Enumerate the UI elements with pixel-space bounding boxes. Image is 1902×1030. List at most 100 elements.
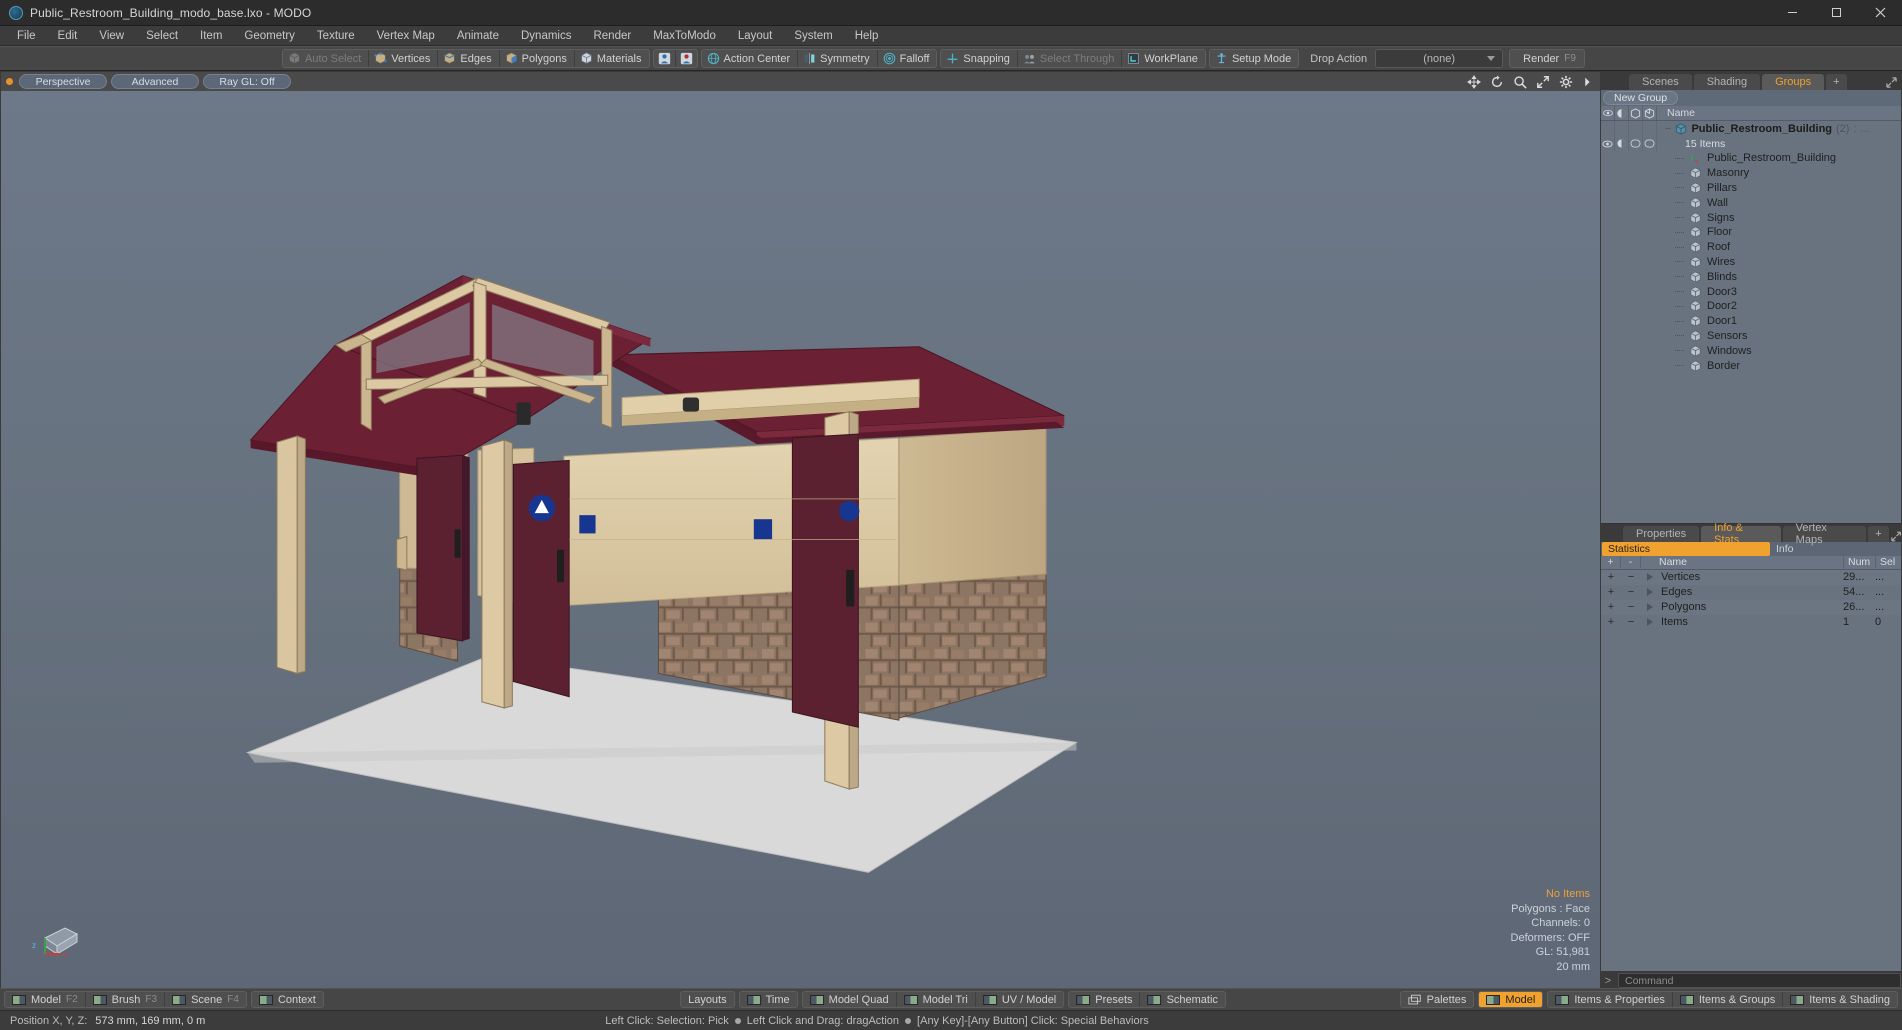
list-item[interactable]: Floor	[1601, 225, 1901, 240]
list-item[interactable]: Door1	[1601, 314, 1901, 329]
list-item[interactable]: Blinds	[1601, 269, 1901, 284]
tab-groups[interactable]: Groups	[1762, 74, 1825, 90]
gear-icon[interactable]	[1559, 75, 1573, 89]
list-item[interactable]: Roof	[1601, 240, 1901, 255]
time-button[interactable]: Time	[740, 992, 797, 1007]
menu-vertex-map[interactable]: Vertex Map	[366, 26, 446, 46]
row-remove-icon[interactable]: −	[1621, 571, 1641, 583]
palettes-button[interactable]: Palettes	[1401, 992, 1474, 1007]
menu-texture[interactable]: Texture	[306, 26, 366, 46]
group-shading-cell[interactable]	[1615, 121, 1629, 136]
list-item[interactable]: Border	[1601, 358, 1901, 373]
viewport-menu-dot[interactable]	[6, 78, 13, 85]
shading-column-header[interactable]	[1615, 106, 1629, 120]
minimize-button[interactable]	[1770, 0, 1814, 26]
mode-scene-button[interactable]: Scene F4	[165, 992, 246, 1007]
viewport-tab-perspective[interactable]: Perspective	[19, 74, 107, 89]
tab-info-stats[interactable]: Info & Stats	[1701, 522, 1781, 546]
workplane-button[interactable]: WorkPlane	[1122, 50, 1205, 67]
menu-select[interactable]: Select	[135, 26, 189, 46]
materials-button[interactable]: Materials	[575, 50, 649, 67]
maximize-button[interactable]	[1814, 0, 1858, 26]
pan-icon[interactable]	[1467, 74, 1481, 89]
auto-select-button[interactable]: Auto Select	[283, 50, 370, 67]
items-properties-button[interactable]: Items & Properties	[1548, 992, 1673, 1007]
viewport-tab-raygl[interactable]: Ray GL: Off	[203, 74, 291, 89]
expand-arrow-icon[interactable]	[1647, 588, 1653, 596]
model-tri-button[interactable]: Model Tri	[897, 992, 976, 1007]
expand-arrow-icon[interactable]	[1647, 573, 1653, 581]
table-row[interactable]: + − Polygons 26... ...	[1601, 599, 1901, 615]
menu-help[interactable]: Help	[844, 26, 890, 46]
vertices-button[interactable]: Vertices	[369, 50, 439, 67]
menu-geometry[interactable]: Geometry	[233, 26, 306, 46]
list-item[interactable]: Wires	[1601, 255, 1901, 270]
row-add-icon[interactable]: +	[1601, 586, 1621, 598]
lock-column-header[interactable]	[1643, 106, 1657, 120]
falloff-button[interactable]: Falloff	[878, 50, 937, 67]
list-item[interactable]: Door3	[1601, 284, 1901, 299]
group-lock-cell[interactable]	[1643, 121, 1657, 136]
menu-animate[interactable]: Animate	[446, 26, 510, 46]
sub-render-cell[interactable]	[1629, 136, 1643, 151]
panel-expand-icon[interactable]	[1886, 77, 1897, 88]
menu-layout[interactable]: Layout	[727, 26, 784, 46]
row-add-icon[interactable]: +	[1601, 571, 1621, 583]
chevron-right-icon[interactable]	[1582, 75, 1592, 89]
row-remove-icon[interactable]: −	[1621, 616, 1641, 628]
symmetry-toggle-button[interactable]	[676, 50, 697, 67]
polygons-button[interactable]: Polygons	[500, 50, 575, 67]
mode-brush-button[interactable]: Brush F3	[86, 992, 166, 1007]
stats-expand-icon[interactable]	[1890, 531, 1901, 542]
uv-model-button[interactable]: UV / Model	[976, 992, 1063, 1007]
table-row[interactable]: + − Items 1 0	[1601, 615, 1901, 630]
list-item[interactable]: Sensors	[1601, 329, 1901, 344]
vertex-map-toggle-button[interactable]	[654, 50, 676, 67]
mode-model-button[interactable]: Model F2	[5, 992, 86, 1007]
tab-shading[interactable]: Shading	[1693, 74, 1761, 90]
group-item-list[interactable]: − Public_Restroom_Building (2) : ... 15 …	[1601, 121, 1901, 524]
row-remove-icon[interactable]: −	[1621, 601, 1641, 613]
action-center-button[interactable]: Action Center	[702, 50, 799, 67]
tab-vertex-maps[interactable]: Vertex Maps	[1782, 522, 1867, 546]
render-button[interactable]: Render F9	[1509, 49, 1585, 68]
group-row[interactable]: − Public_Restroom_Building (2) : ...	[1601, 121, 1901, 136]
menu-render[interactable]: Render	[582, 26, 642, 46]
sub-visibility-cell[interactable]	[1601, 136, 1615, 151]
table-row[interactable]: + − Vertices 29... ...	[1601, 569, 1901, 585]
list-item[interactable]: Pillars	[1601, 181, 1901, 196]
sub-shading-cell[interactable]	[1615, 136, 1629, 151]
context-button[interactable]: Context	[252, 992, 323, 1007]
zoom-icon[interactable]	[1513, 75, 1527, 89]
list-item[interactable]: Door2	[1601, 299, 1901, 314]
3d-viewport[interactable]: No Items Polygons : Face Channels: 0 Def…	[1, 91, 1600, 988]
group-render-cell[interactable]	[1629, 121, 1643, 136]
viewport-tab-advanced[interactable]: Advanced	[111, 74, 199, 89]
setup-mode-button[interactable]: Setup Mode	[1210, 50, 1298, 67]
select-through-button[interactable]: Select Through	[1018, 50, 1123, 67]
menu-dynamics[interactable]: Dynamics	[510, 26, 582, 46]
symmetry-button[interactable]: Symmetry	[798, 50, 878, 67]
expand-arrow-icon[interactable]	[1647, 618, 1653, 626]
stats-tab-add[interactable]: +	[1868, 525, 1889, 542]
expand-arrow-icon[interactable]	[1647, 603, 1653, 611]
presets-button[interactable]: Presets	[1069, 992, 1141, 1007]
fit-icon[interactable]	[1536, 75, 1550, 89]
layout-model-button[interactable]: Model	[1479, 992, 1543, 1007]
tab-add[interactable]: +	[1826, 74, 1847, 90]
tab-properties[interactable]: Properties	[1623, 525, 1700, 542]
row-add-icon[interactable]: +	[1601, 601, 1621, 613]
new-group-button[interactable]: New Group	[1603, 91, 1679, 105]
row-remove-icon[interactable]: −	[1621, 586, 1641, 598]
layouts-button[interactable]: Layouts	[681, 992, 734, 1007]
sub-lock-cell[interactable]	[1643, 136, 1657, 151]
list-item[interactable]: Wall	[1601, 195, 1901, 210]
menu-item[interactable]: Item	[189, 26, 233, 46]
schematic-button[interactable]: Schematic	[1141, 992, 1225, 1007]
edges-button[interactable]: Edges	[438, 50, 500, 67]
group-visibility-cell[interactable]	[1601, 121, 1615, 136]
items-shading-button[interactable]: Items & Shading	[1783, 992, 1897, 1007]
model-quad-button[interactable]: Model Quad	[803, 992, 897, 1007]
visibility-column-header[interactable]	[1601, 106, 1615, 120]
list-item[interactable]: Windows	[1601, 343, 1901, 358]
